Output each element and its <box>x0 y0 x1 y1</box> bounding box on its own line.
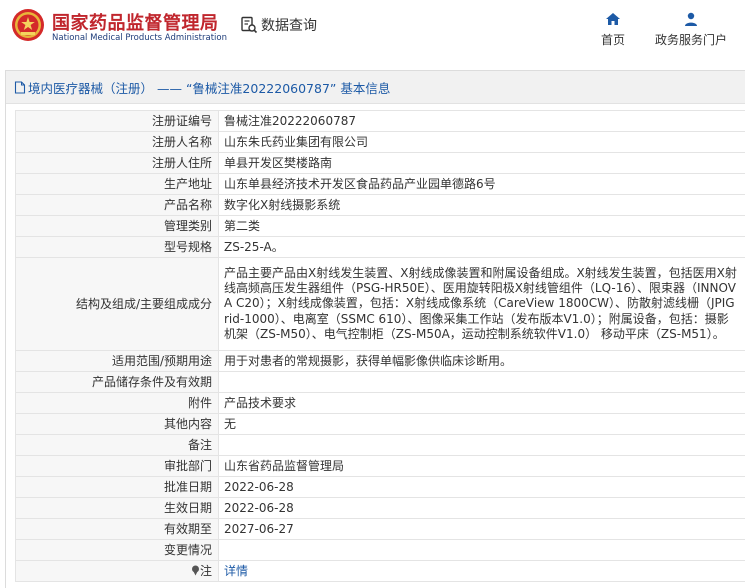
detail-title-bar: 境内医疗器械（注册） —— “鲁械注准20222060787” 基本信息 <box>6 71 745 104</box>
nav-home[interactable]: 首页 <box>601 11 625 48</box>
row-label: 批准日期 <box>15 476 219 498</box>
row-label: 注册人名称 <box>15 131 219 153</box>
table-row: 审批部门 山东省药品监督管理局 <box>15 455 745 477</box>
table-row: 变更情况 <box>15 539 745 561</box>
row-label: 结构及组成/主要组成成分 <box>15 257 219 351</box>
brand-subtitle[interactable]: National Medical Products Administration <box>52 33 227 43</box>
table-row: 结构及组成/主要组成成分 产品主要产品由X射线发生装置、X射线成像装置和附属设备组… <box>15 257 745 351</box>
row-label: 型号规格 <box>15 236 219 258</box>
row-value: 山东省药品监督管理局 <box>218 455 745 477</box>
table-row: 型号规格 ZS-25-A。 <box>15 236 745 258</box>
registration-info-table: 注册证编号 鲁械注准20222060787 注册人名称 山东朱氏药业集团有限公司 注… <box>15 110 745 582</box>
row-label: 注册证编号 <box>15 110 219 132</box>
note-label-cell: 注 <box>15 560 219 582</box>
table-row: 生产地址 山东单县经济技术开发区食品药品产业园单德路6号 <box>15 173 745 195</box>
details-link[interactable]: 详情 <box>224 564 248 578</box>
nav-home-label: 首页 <box>601 33 626 47</box>
row-value: 山东朱氏药业集团有限公司 <box>218 131 745 153</box>
row-value <box>218 434 745 456</box>
table-row-note: 注 详情 <box>15 560 745 582</box>
document-search-icon <box>241 16 258 34</box>
brand-title[interactable]: 国家药品监督管理局 <box>52 9 219 35</box>
row-label: 审批部门 <box>15 455 219 477</box>
detail-panel: 境内医疗器械（注册） —— “鲁械注准20222060787” 基本信息 注册证… <box>5 70 745 588</box>
table-row: 其他内容无 <box>15 413 745 435</box>
user-icon <box>685 12 697 26</box>
data-query-title: 数据查询 <box>240 15 317 35</box>
note-label: 注 <box>199 563 212 578</box>
row-value: 2022-06-28 <box>218 476 745 498</box>
table-row: 批准日期 2022-06-28 <box>15 476 745 498</box>
document-icon <box>14 80 26 94</box>
row-value: 产品主要产品由X射线发生装置、X射线成像装置和附属设备组成。X射线发生装置，包括… <box>218 257 745 351</box>
row-value: 山东单县经济技术开发区食品药品产业园单德路6号 <box>218 173 745 195</box>
site-header: 国家药品监督管理局 National Medical Products Admi… <box>0 0 745 62</box>
table-row: 生效日期 2022-06-28 <box>15 497 745 519</box>
row-value: 第二类 <box>218 215 745 237</box>
table-row: 适用范围/预期用途 用于对患者的常规摄影，获得单幅影像供临床诊断用。 <box>15 350 745 372</box>
row-value: 产品技术要求 <box>218 392 745 414</box>
note-value-cell: 详情 <box>218 560 745 582</box>
row-value: 单县开发区樊楼路南 <box>218 152 745 174</box>
row-value: 数字化X射线摄影系统 <box>218 194 745 216</box>
row-value: 2022-06-28 <box>218 497 745 519</box>
row-value <box>218 371 745 393</box>
table-row: 注册证编号 鲁械注准20222060787 <box>15 110 745 132</box>
row-value: ZS-25-A。 <box>218 236 745 258</box>
row-label: 生产地址 <box>15 173 219 195</box>
home-icon <box>606 13 620 25</box>
row-label: 生效日期 <box>15 497 219 519</box>
table-row: 有效期至 2027-06-27 <box>15 518 745 540</box>
row-label: 其他内容 <box>15 413 219 435</box>
pin-icon <box>191 565 199 575</box>
row-value: 鲁械注准20222060787 <box>218 110 745 132</box>
table-row: 附件 产品技术要求 <box>15 392 745 414</box>
row-label: 适用范围/预期用途 <box>15 350 219 372</box>
row-value: 用于对患者的常规摄影，获得单幅影像供临床诊断用。 <box>218 350 745 372</box>
row-label: 备注 <box>15 434 219 456</box>
row-label: 产品储存条件及有效期 <box>15 371 219 393</box>
row-label: 附件 <box>15 392 219 414</box>
table-row: 管理类别 第二类 <box>15 215 745 237</box>
national-emblem-icon[interactable] <box>11 8 45 42</box>
nav-service-label: 政务服务门户 <box>655 33 728 47</box>
table-row: 产品名称 数字化X射线摄影系统 <box>15 194 745 216</box>
table-row: 产品储存条件及有效期 <box>15 371 745 393</box>
table-row: 注册人住所 单县开发区樊楼路南 <box>15 152 745 174</box>
row-value: 2027-06-27 <box>218 518 745 540</box>
table-row: 备注 <box>15 434 745 456</box>
row-label: 变更情况 <box>15 539 219 561</box>
detail-title: 境内医疗器械（注册） —— “鲁械注准20222060787” 基本信息 <box>28 80 391 96</box>
row-label: 产品名称 <box>15 194 219 216</box>
row-value <box>218 539 745 561</box>
row-label: 管理类别 <box>15 215 219 237</box>
row-label: 有效期至 <box>15 518 219 540</box>
data-query-label: 数据查询 <box>261 18 317 34</box>
nav-service-portal[interactable]: 政务服务门户 <box>655 11 727 48</box>
table-row: 注册人名称 山东朱氏药业集团有限公司 <box>15 131 745 153</box>
row-label: 注册人住所 <box>15 152 219 174</box>
row-value: 无 <box>218 413 745 435</box>
